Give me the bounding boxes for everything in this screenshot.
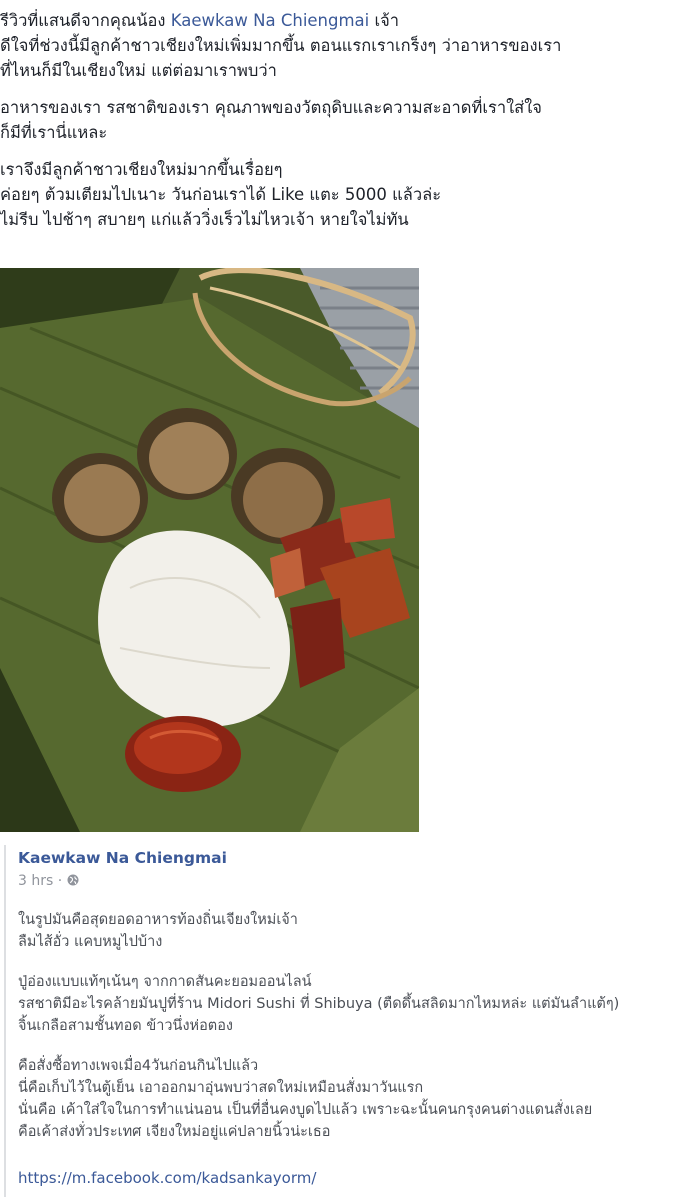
post-line: ที่ไหนก็มีในเชียงใหม่ แต่ต่อมาเราพบว่า bbox=[0, 61, 277, 80]
post-line: ไม่รีบ ไปช้าๆ สบายๆ แก่แล้ววิ่งเร็วไม่ไห… bbox=[0, 210, 409, 229]
post-line: อาหารของเรา รสชาติของเรา คุณภาพของวัตถุด… bbox=[0, 98, 542, 117]
body-line: ปู่อ่องแบบแท้ๆเน้นๆ จากกาดสันคะยอมออนไลน… bbox=[18, 974, 312, 990]
post-text: รีวิวที่แสนดีจากคุณน้อง Kaewkaw Na Chien… bbox=[0, 8, 675, 232]
post-line: ค่อยๆ ต้วมเตียมไปเนาะ วันก่อนเราได้ Like… bbox=[0, 185, 442, 204]
post-line: ดีใจที่ช่วงนี้มีลูกค้าชาวเชียงใหม่เพิ่มม… bbox=[0, 36, 562, 55]
shared-post-body: ในรูปมันคือสุดยอดอาหารท้องถิ่นเจียงใหม่เ… bbox=[18, 909, 675, 1143]
post-meta: 3 hrs · bbox=[18, 873, 79, 889]
body-line: จิ้นเกลือสามชั้นทอด ข้าวนึ่งห่อตอง bbox=[18, 1018, 233, 1034]
body-line: คือเค้าส่งทั่วประเทศ เจียงใหม่อยู่แค่ปลา… bbox=[18, 1124, 331, 1140]
shared-post-author[interactable]: Kaewkaw Na Chiengmai bbox=[18, 849, 227, 867]
quote-bar bbox=[4, 845, 6, 1197]
post-line: รีวิวที่แสนดีจากคุณน้อง Kaewkaw Na Chien… bbox=[0, 8, 675, 33]
page-url-link[interactable]: https://m.facebook.com/kadsankayorm/ bbox=[18, 1169, 316, 1187]
post-line: เราจึงมีลูกค้าชาวเชียงใหม่มากขึ้นเรื่อยๆ bbox=[0, 160, 283, 179]
body-line: ในรูปมันคือสุดยอดอาหารท้องถิ่นเจียงใหม่เ… bbox=[18, 912, 298, 928]
shared-post: Kaewkaw Na Chiengmai 3 hrs · ในรูปมันคือ… bbox=[0, 843, 675, 1200]
body-line: คือสั่งซื้อทางเพจเมื่อ4วันก่อนกินไปแล้ว bbox=[18, 1058, 259, 1074]
author-mention-link[interactable]: Kaewkaw Na Chiengmai bbox=[171, 11, 370, 30]
food-photo-illustration bbox=[0, 268, 419, 832]
meta-separator: · bbox=[57, 873, 63, 889]
post-text-fragment: เจ้า bbox=[374, 11, 400, 30]
body-line: นี่คือเก็บไว้ในตู้เย็น เอาออกมาอุ่นพบว่า… bbox=[18, 1080, 424, 1096]
post-line: ก็มีที่เรานี่แหละ bbox=[0, 123, 108, 142]
post-timestamp[interactable]: 3 hrs bbox=[18, 873, 53, 889]
globe-icon[interactable] bbox=[67, 874, 79, 886]
post-text-fragment: รีวิวที่แสนดีจากคุณน้อง bbox=[0, 11, 166, 30]
body-line: นั่นคือ เค้าใส่ใจในการทำแน่นอน เป็นที่อื… bbox=[18, 1102, 593, 1118]
food-photo[interactable] bbox=[0, 268, 419, 832]
body-line: รสชาติมีอะไรคล้ายมันปูที่ร้าน Midori Sus… bbox=[18, 996, 620, 1012]
body-line: ลืมไส้อั่ว แคบหมูไปบ้าง bbox=[18, 934, 163, 950]
